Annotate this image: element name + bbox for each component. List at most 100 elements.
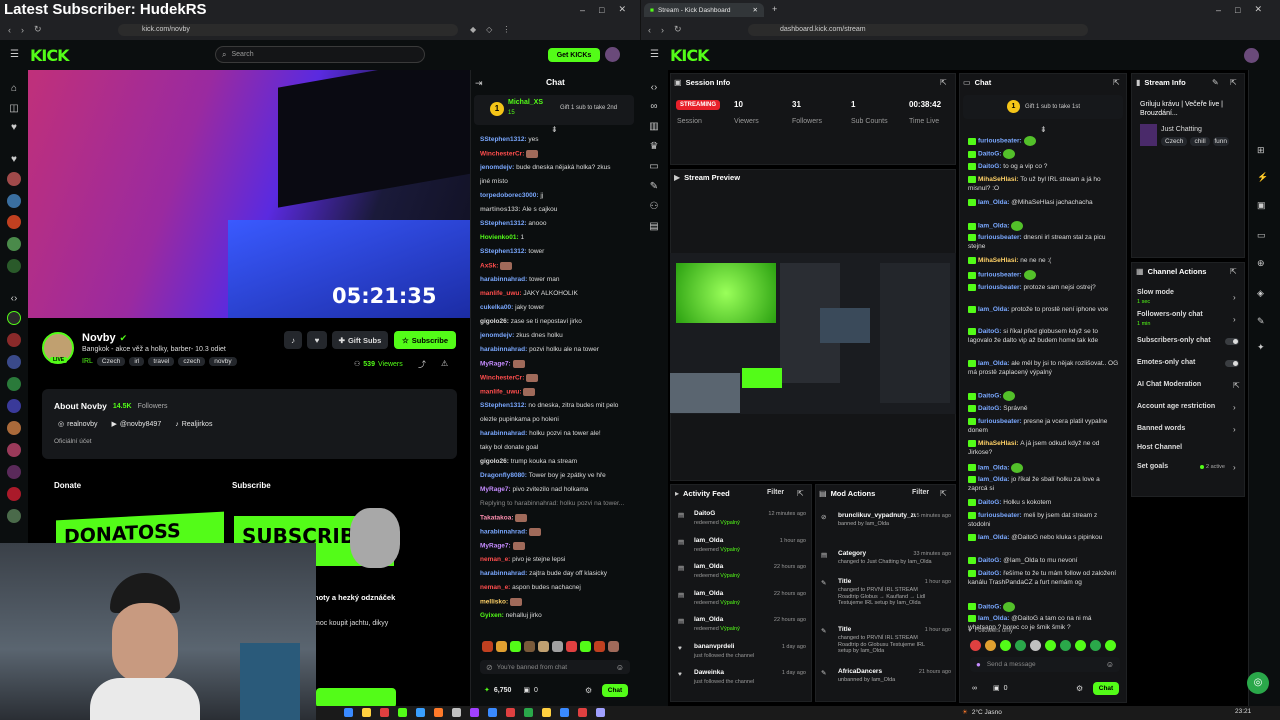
emote-icon[interactable] [496,641,507,652]
new-tab-icon[interactable]: + [772,4,777,14]
shield-icon[interactable]: ◇ [486,25,492,34]
video-player[interactable] [28,70,470,318]
settings-icon[interactable]: ⚙ [585,686,592,695]
chat-username[interactable]: furiousbeater: [978,512,1024,519]
chat-username[interactable]: Iam_Olda: [978,223,1011,230]
chat-username[interactable]: SStephen1312: [480,248,528,255]
search-input[interactable]: ⌕ Search [215,46,425,63]
reload-icon[interactable]: ↻ [34,24,42,35]
chat-username[interactable]: gigolo26: [480,318,511,325]
pin-icon[interactable]: ⇟ [1040,125,1047,134]
follow-heart-icon[interactable]: ♥ [307,331,327,349]
chat-username[interactable]: Iam_Olda: [978,360,1011,367]
chat-username[interactable]: mellisko: [480,599,510,606]
channel-avatar[interactable] [7,333,21,347]
banned-words-label[interactable]: Banned words [1137,425,1185,432]
streamer-name[interactable]: Novby [82,332,116,344]
minimize-icon[interactable]: – [1216,5,1221,15]
emote-icon[interactable] [524,641,535,652]
tag[interactable]: czech [178,357,206,366]
dash-chat-input[interactable]: ● Send a message ☺ [970,657,1120,672]
popout-icon[interactable]: ⇱ [1113,78,1120,87]
slow-mode-label[interactable]: Slow mode [1137,289,1174,296]
emote-icon[interactable] [552,641,563,652]
chat-username[interactable]: Dragonfly8080: [480,472,529,479]
chat-username[interactable]: MihaSeHlasi: [978,257,1020,264]
get-kicks-button[interactable]: Get KICKs [548,48,600,62]
dash-emote-bar[interactable] [970,640,1116,651]
chat-username[interactable]: DaitoG: [978,499,1003,506]
channel-avatar[interactable] [7,194,21,208]
chat-input[interactable]: ⊘ You're banned from chat ☺ [480,660,630,674]
dash-chat-send-button[interactable]: Chat [1093,682,1119,695]
app-icon[interactable] [344,708,353,717]
account-age-label[interactable]: Account age restriction [1137,403,1215,410]
channel-avatar[interactable] [7,172,21,186]
tool-icon[interactable]: ▣ [1257,200,1266,211]
tag[interactable]: Czech [96,357,126,366]
trophy-icon[interactable]: ♛ [648,141,660,153]
home-icon[interactable]: ⌂ [8,83,20,95]
kick-logo[interactable]: KICK [670,46,709,65]
chat-username[interactable]: WinchesterCr: [480,375,526,382]
app-icon[interactable] [596,708,605,717]
category-link[interactable]: IRL [82,358,93,365]
tool-icon[interactable]: ⊕ [1257,258,1265,269]
collapse-icon[interactable]: ‹› [648,82,660,94]
emote-icon[interactable] [608,641,619,652]
chat-username[interactable]: manlife_uwu: [480,290,523,297]
emoji-icon[interactable]: ☺ [616,663,624,672]
chat-username[interactable]: jenomdejv: [480,332,516,339]
app-icon[interactable] [488,708,497,717]
channel-avatar[interactable] [7,465,21,479]
chat-username[interactable]: harabinnahrad: [480,430,529,437]
chat-username[interactable]: DaitoG: [978,151,1003,158]
chat-username[interactable]: gigolo26: [480,458,511,465]
tools-icon[interactable]: ✎ [648,181,660,193]
emote-icon[interactable] [1060,640,1071,651]
subscribe-button[interactable]: ☆ Subscribe [394,331,456,349]
chat-username[interactable]: Iam_Olda: [978,535,1011,542]
following-icon[interactable]: ♥ [8,122,20,134]
app-icon[interactable] [398,708,407,717]
avatar[interactable] [605,47,620,62]
back-icon[interactable]: ‹ [648,25,651,35]
chat-username[interactable]: Iam_Olda: [978,199,1011,206]
notification-bell-icon[interactable]: ♪ [284,331,302,349]
chat-username[interactable]: harabinnahrad: [480,529,529,536]
emote-icon[interactable] [566,641,577,652]
emote-icon[interactable] [482,641,493,652]
tool-icon[interactable]: ✦ [1257,342,1265,353]
back-icon[interactable]: ‹ [8,25,11,35]
edit-icon[interactable]: ✎ [1212,78,1219,87]
chat-username[interactable]: Iam_Olda: [978,476,1011,483]
emote-icon[interactable] [970,640,981,651]
subs-only-toggle[interactable] [1225,338,1239,345]
emote-bar[interactable] [482,641,619,652]
chat-username[interactable]: DaitoG: [978,163,1003,170]
chat-username[interactable]: furiousbeater: [978,235,1024,242]
channel-avatar[interactable] [7,487,21,501]
popout-icon[interactable]: ⇱ [1230,267,1237,276]
hamburger-icon[interactable]: ☰ [10,49,19,60]
chat-username[interactable]: furiousbeater: [978,284,1024,291]
emote-icon[interactable] [985,640,996,651]
chat-username[interactable]: neman_e: [480,584,512,591]
chat-username[interactable]: MyRage7: [480,543,513,550]
left-window-controls[interactable]: – □ ✕ [580,4,626,15]
emote-icon[interactable] [1090,640,1101,651]
mod-filter[interactable]: Filter [912,489,929,496]
chat-username[interactable]: cukelka00: [480,304,515,311]
chevron-right-icon[interactable]: › [1233,403,1236,412]
app-icon[interactable] [362,708,371,717]
gift-subs-button[interactable]: ✚ Gift Subs [332,331,388,349]
report-icon[interactable]: ⚠ [441,359,448,368]
youtube-link[interactable]: ▶ @novby8497 [111,420,161,429]
channel-avatar[interactable] [7,421,21,435]
emote-icon[interactable] [580,641,591,652]
app-icon[interactable] [560,708,569,717]
chevron-right-icon[interactable]: › [1233,425,1236,434]
app-icon[interactable] [578,708,587,717]
tag[interactable]: travel [148,357,175,366]
browse-icon[interactable]: ◫ [8,103,20,115]
